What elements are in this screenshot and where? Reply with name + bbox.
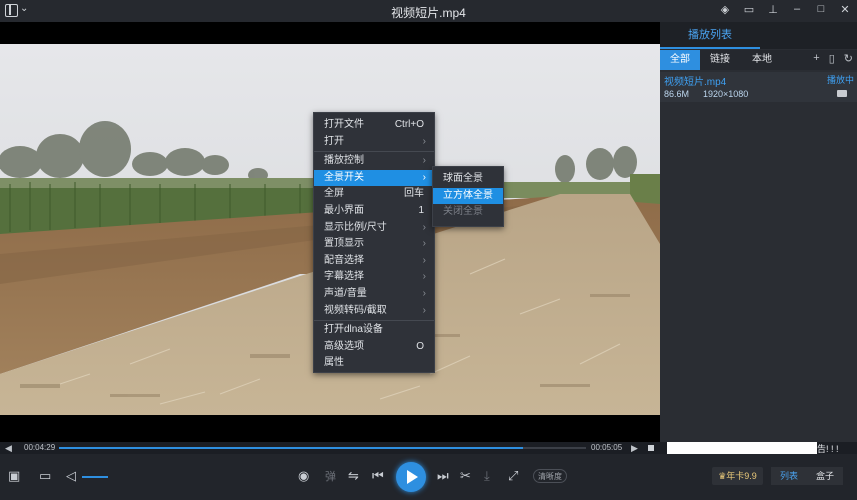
equalizer-icon[interactable]: ⇋ (348, 468, 359, 484)
chevron-right-icon: › (422, 155, 426, 167)
volume-slider[interactable] (82, 476, 108, 478)
menu-item-aspect-ratio[interactable]: 显示比例/尺寸 › (314, 220, 434, 237)
playlist-title[interactable]: 播放列表 (660, 22, 760, 49)
menu-item-mini-mode[interactable]: 最小界面 1 (314, 203, 434, 220)
playlist-panel: 播放列表 全部 链接 本地 + ▯ ↻ 视频短片.mp4 播放中 86.6M 19… (660, 22, 857, 442)
chevron-right-icon: › (422, 271, 426, 283)
menu-item-advanced[interactable]: 高级选项 O (314, 339, 434, 356)
seek-bar-fill (59, 447, 523, 449)
playlist-item-size: 86.6M (664, 89, 690, 99)
cut-icon[interactable]: ✂ (460, 468, 471, 484)
minimize-icon[interactable]: – (791, 3, 803, 16)
playlist-item-resolution: 1920×1080 (703, 89, 749, 99)
maximize-icon[interactable]: □ (815, 3, 827, 16)
fullscreen-icon[interactable]: ⤢ (508, 468, 518, 484)
menu-item-transcode[interactable]: 视频转码/截取 › (314, 303, 434, 320)
menu-item-playback-control[interactable]: 播放控制 › (314, 153, 434, 170)
playlist-tabs: 全部 链接 本地 + ▯ ↻ (660, 50, 857, 70)
stop-icon[interactable] (648, 445, 654, 451)
menu-item-subtitle[interactable]: 字幕选择 › (314, 269, 434, 286)
menu-item-audio-track[interactable]: 配音选择 › (314, 253, 434, 270)
tab-all[interactable]: 全部 (660, 50, 700, 70)
seek-bar[interactable] (59, 447, 586, 449)
tab-links[interactable]: 链接 (700, 50, 740, 70)
close-icon[interactable]: ✕ (839, 3, 851, 16)
message-icon[interactable]: ▭ (743, 3, 755, 16)
pin-icon[interactable]: ⊥ (767, 3, 779, 16)
play-button[interactable] (396, 462, 426, 492)
volume-icon[interactable]: ◁ (66, 468, 76, 484)
add-icon[interactable]: + (813, 52, 819, 65)
danmaku-button[interactable]: 弹 (325, 468, 336, 484)
chevron-right-icon: › (422, 287, 426, 299)
title-bar: ⌄ 视频短片.mp4 ◈ ▭ ⊥ – □ ✕ (0, 0, 857, 22)
menu-item-always-on-top[interactable]: 置顶显示 › (314, 236, 434, 253)
chevron-right-icon: › (422, 135, 426, 147)
current-time: 00:04:29 (24, 443, 56, 452)
submenu-item-off: 关闭全景 (443, 206, 483, 218)
player-window: ⌄ 视频短片.mp4 ◈ ▭ ⊥ – □ ✕ 打开文件 Ctrl+O 打开 › … (0, 0, 857, 500)
skin-icon[interactable]: ◈ (719, 3, 731, 16)
chevron-right-icon: › (422, 304, 426, 316)
playlist-item-name: 视频短片.mp4 (664, 77, 727, 88)
chevron-right-icon: › (422, 171, 426, 183)
vip-button[interactable]: ♛年卡9.9 (712, 467, 763, 485)
next-icon[interactable]: ⏭ (437, 468, 449, 484)
menu-divider (314, 151, 434, 153)
quality-button[interactable]: 清晰度 (533, 469, 567, 483)
progress-strip: ◀ 00:04:29 00:05:05 ▶ 告! ! ! (0, 442, 857, 454)
chevron-right-icon: › (422, 238, 426, 250)
tab-local[interactable]: 本地 (742, 50, 782, 70)
menu-item-dlna[interactable]: 打开dlna设备 (314, 322, 434, 339)
submenu-item-sphere[interactable]: 球面全景 (433, 171, 503, 188)
total-time: 00:05:05 (591, 443, 623, 452)
eye-icon[interactable]: ◉ (298, 468, 309, 484)
folder-icon[interactable] (837, 90, 847, 97)
file-icon[interactable]: ▯ (829, 52, 835, 65)
menu-item-properties[interactable]: 属性 (314, 355, 434, 372)
chevron-right-icon: › (422, 254, 426, 266)
open-folder-icon[interactable]: ▭ (39, 468, 51, 484)
rewind-icon[interactable]: ◀ (5, 443, 12, 454)
video-area[interactable]: 打开文件 Ctrl+O 打开 › 播放控制 › 全景开关 › 全屏 回车 最小界面 1 显示… (0, 22, 660, 442)
menu-item-open-file[interactable]: 打开文件 Ctrl+O (314, 117, 434, 134)
menu-item-fullscreen[interactable]: 全屏 回车 (314, 186, 434, 203)
menu-divider (314, 320, 434, 322)
control-bar: ▣ ▭ ◁ ◉ 弹 ⇋ ⏮ ⏭ ✂ ⤓ ⤢ 清晰度 ♛年卡9.9 列表 盒子 (0, 454, 857, 500)
submenu-item-cube[interactable]: 立方体全景 (433, 187, 503, 205)
context-menu: 打开文件 Ctrl+O 打开 › 播放控制 › 全景开关 › 全屏 回车 最小界面 1 显示… (313, 112, 435, 373)
menu-item-open[interactable]: 打开 › (314, 134, 434, 151)
menu-item-panorama[interactable]: 全景开关 › (314, 169, 434, 187)
playlist-item-status: 播放中 (826, 75, 854, 85)
previous-icon[interactable]: ⏮ (372, 468, 384, 484)
toolbox-icon[interactable]: ▣ (8, 468, 20, 484)
list-button[interactable]: 列表 (771, 467, 807, 485)
playlist-item[interactable]: 视频短片.mp4 播放中 86.6M 1920×1080 (660, 72, 857, 102)
ad-banner[interactable] (667, 442, 817, 454)
chevron-right-icon: › (422, 221, 426, 233)
forward-icon[interactable]: ▶ (631, 443, 638, 454)
download-icon[interactable]: ⤓ (484, 468, 490, 484)
playlist-header: 播放列表 (660, 22, 857, 49)
panorama-submenu: 球面全景 立方体全景 关闭全景 (432, 166, 504, 227)
refresh-icon[interactable]: ↻ (844, 52, 853, 65)
box-button[interactable]: 盒子 (807, 467, 843, 485)
menu-item-channel-volume[interactable]: 声道/音量 › (314, 286, 434, 303)
